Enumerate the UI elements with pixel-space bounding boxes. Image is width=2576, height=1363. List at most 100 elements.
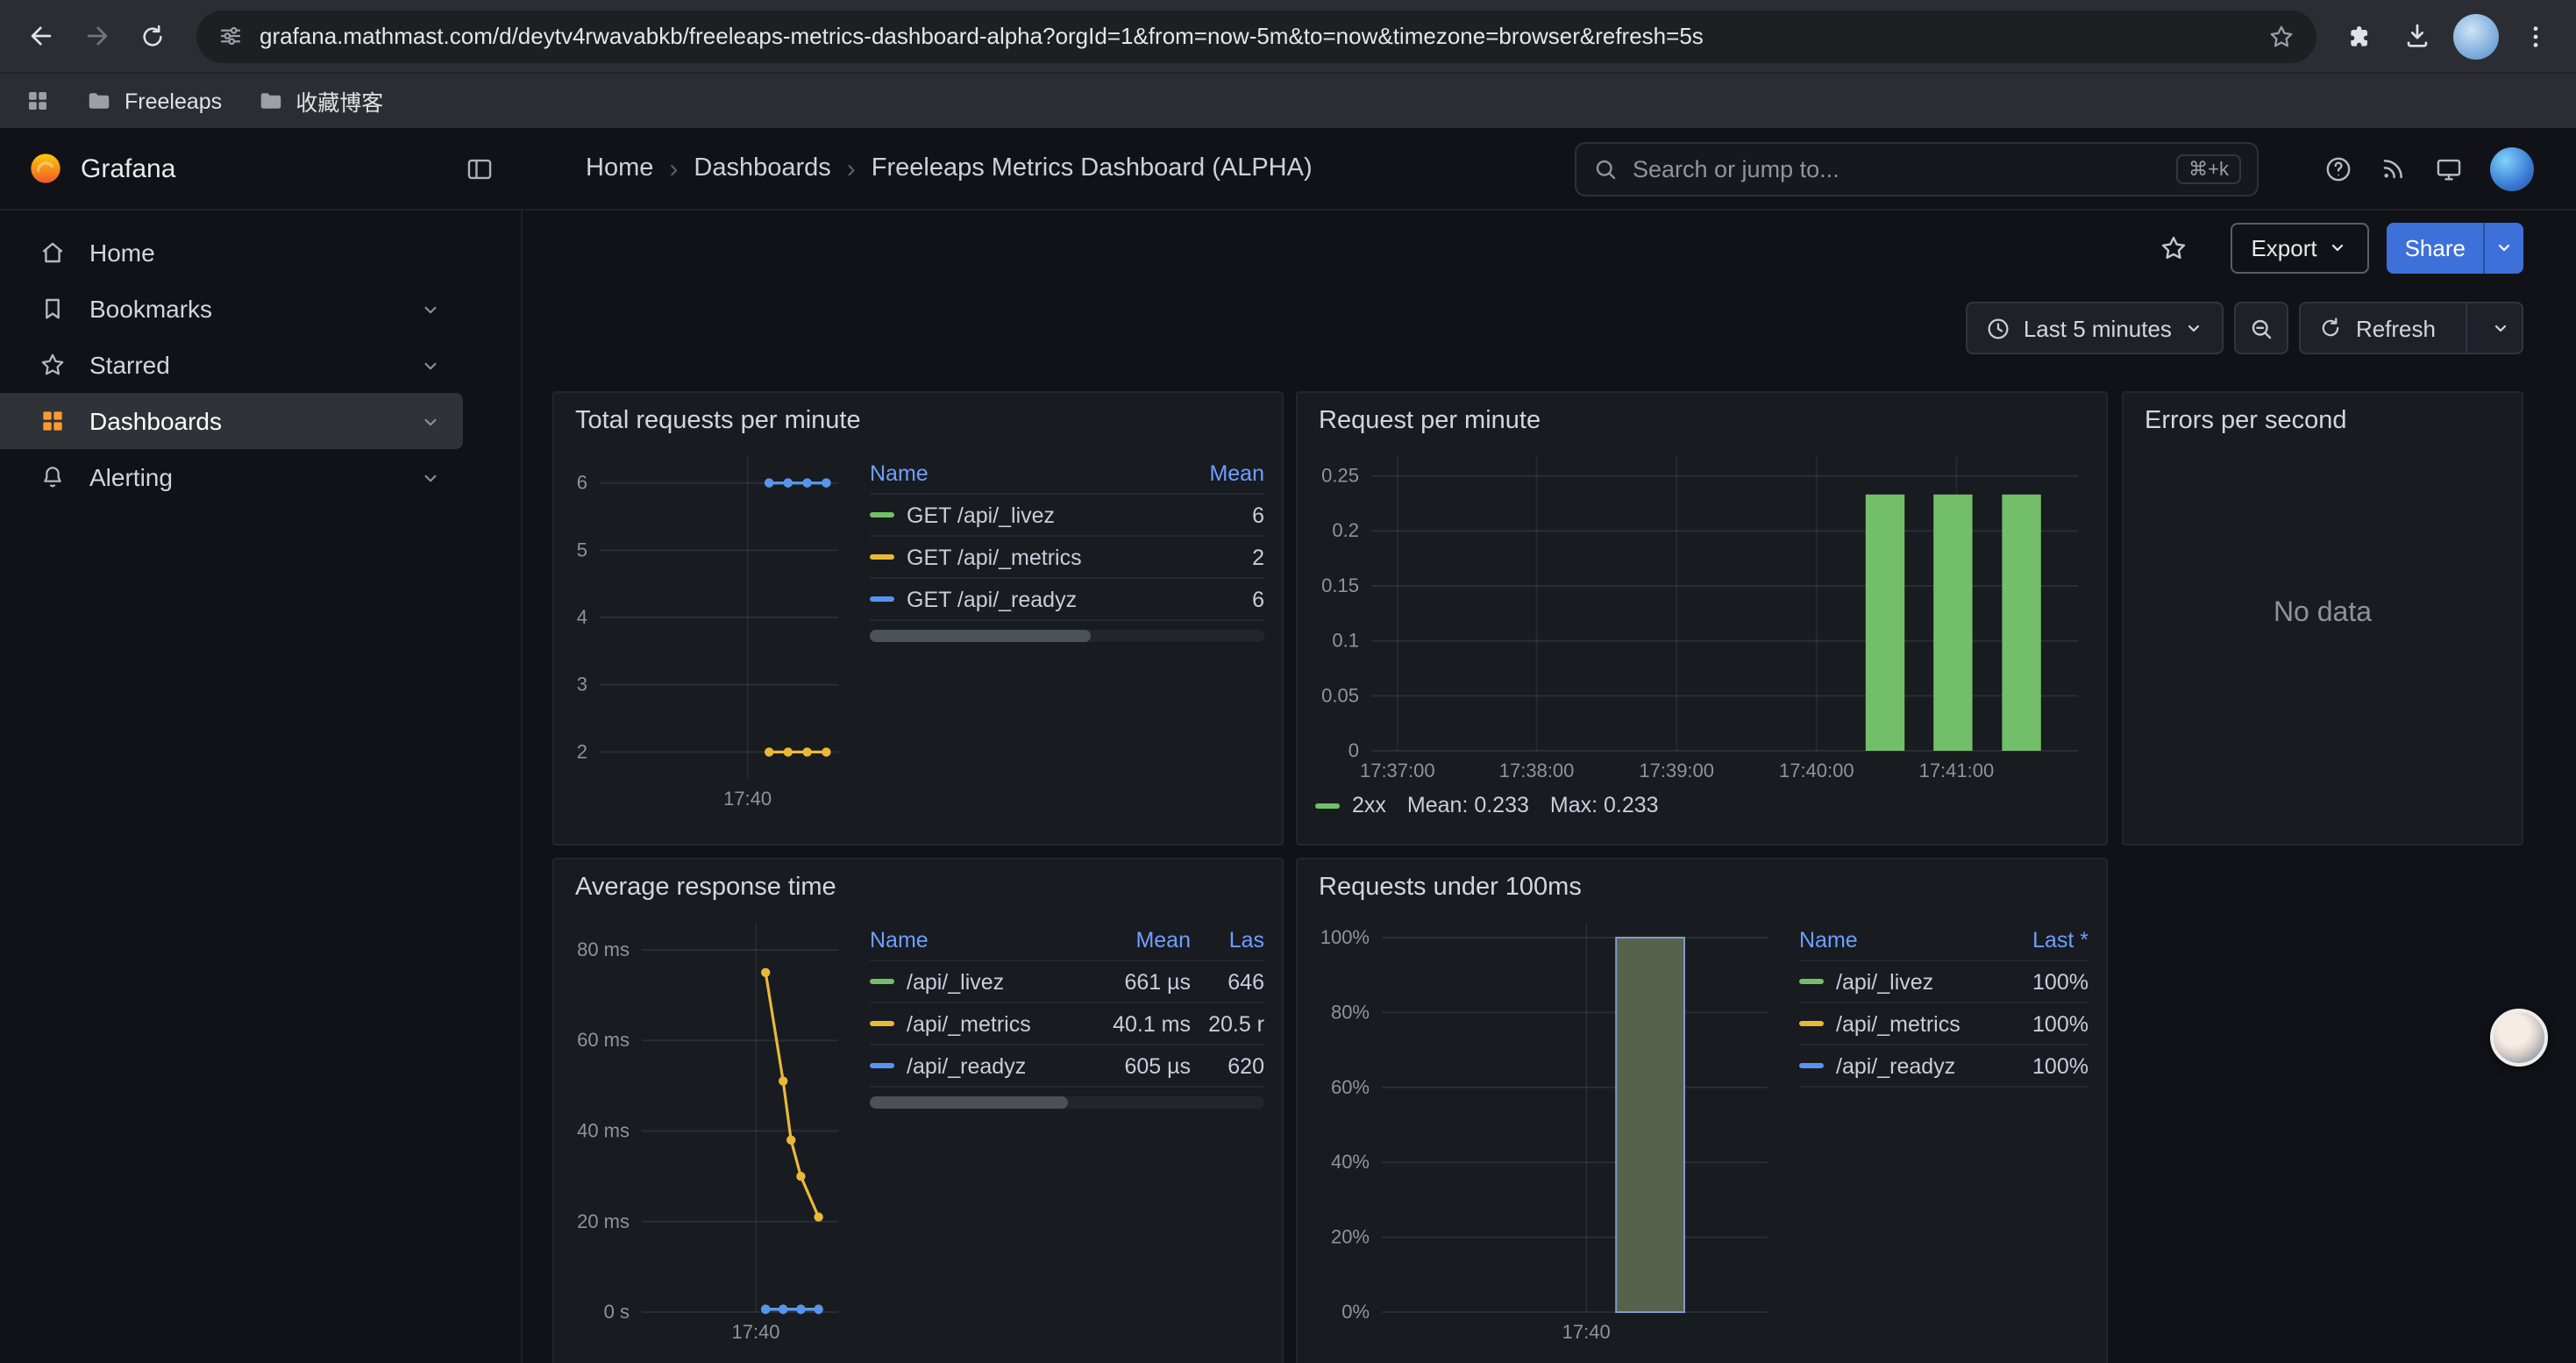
chevron-down-icon[interactable] [419, 353, 442, 376]
grafana-header: Grafana Home › Dashboards › Freeleaps Me… [0, 128, 2576, 211]
legend-series-name[interactable]: 2xx [1352, 793, 1386, 817]
legend-column-header[interactable]: Last * [1987, 927, 2089, 952]
scrollbar-thumb[interactable] [870, 1096, 1067, 1109]
address-bar[interactable]: grafana.mathmast.com/d/deytv4rwavabkb/fr… [196, 10, 2316, 62]
browser-window: grafana.mathmast.com/d/deytv4rwavabkb/fr… [0, 0, 2576, 1363]
back-button[interactable] [14, 10, 67, 62]
refresh-button[interactable]: Refresh [2300, 302, 2523, 354]
breadcrumb-dashboards[interactable]: Dashboards [694, 154, 830, 182]
legend-column-header[interactable]: Mean [1082, 927, 1191, 952]
legend-scrollbar[interactable] [870, 630, 1264, 642]
export-button[interactable]: Export [2230, 222, 2369, 273]
panel-title[interactable]: Request per minute [1298, 393, 2106, 439]
news-rss-button[interactable] [2380, 154, 2408, 182]
folder-icon [86, 88, 112, 114]
forward-icon [82, 21, 111, 51]
legend-swatch [870, 1063, 894, 1068]
time-range-label: Last 5 minutes [2024, 315, 2172, 341]
panel-title[interactable]: Requests under 100ms [1298, 860, 2106, 905]
floating-chat-avatar[interactable] [2490, 1009, 2548, 1067]
scrollbar-thumb[interactable] [870, 630, 1091, 642]
sidebar: Home Bookmarks Starred Dashboards [0, 211, 523, 1363]
svg-text:2: 2 [577, 740, 587, 762]
forward-button[interactable] [70, 10, 123, 62]
share-label[interactable]: Share [2387, 222, 2483, 273]
time-range-picker[interactable]: Last 5 minutes [1966, 302, 2224, 354]
share-button[interactable]: Share [2387, 222, 2523, 273]
legend-series-name[interactable]: /api/_livez [870, 969, 1082, 994]
legend-series-name[interactable]: GET /api/_readyz [870, 587, 1152, 611]
legend-series-name[interactable]: /api/_metrics [870, 1011, 1082, 1036]
sidebar-item-dashboards[interactable]: Dashboards [0, 393, 463, 449]
legend-series-name[interactable]: GET /api/_livez [870, 503, 1152, 527]
chevron-down-icon [2184, 318, 2205, 339]
panel-total-requests: Total requests per minute 6543217:40 Nam… [552, 391, 1284, 846]
legend-row: /api/_metrics100% [1799, 1003, 2089, 1045]
display-kiosk-button[interactable] [2434, 153, 2464, 183]
bookmark-label: 收藏博客 [295, 84, 383, 118]
total-requests-chart[interactable]: 6543217:40 [568, 442, 852, 814]
sidebar-item-starred[interactable]: Starred [0, 337, 463, 393]
panel-title[interactable]: Total requests per minute [554, 393, 1282, 439]
bookmark-folder-freeleaps[interactable]: Freeleaps [86, 88, 222, 114]
legend-value: 100% [1987, 1053, 2089, 1078]
legend-series-name[interactable]: GET /api/_metrics [870, 545, 1152, 569]
browser-menu-button[interactable] [2509, 10, 2562, 62]
user-avatar[interactable] [2490, 146, 2534, 190]
downloads-button[interactable] [2390, 10, 2443, 62]
chevron-down-icon[interactable] [419, 466, 442, 489]
legend-series-name[interactable]: /api/_readyz [870, 1053, 1082, 1078]
grafana-logo[interactable] [28, 151, 63, 186]
svg-text:0 s: 0 s [604, 1301, 630, 1323]
chevron-down-icon[interactable] [419, 410, 442, 432]
extensions-button[interactable] [2334, 10, 2387, 62]
sidebar-item-home[interactable]: Home [0, 225, 463, 281]
legend-series-name[interactable]: /api/_readyz [1799, 1053, 1987, 1078]
bookmark-folder-blogs[interactable]: 收藏博客 [257, 84, 383, 118]
legend-column-header[interactable]: Name [870, 460, 1152, 485]
panel-request-per-minute: Request per minute 0.250.20.150.10.05017… [1296, 391, 2108, 846]
share-dropdown-button[interactable] [2483, 222, 2523, 273]
refresh-action[interactable]: Refresh [2302, 303, 2453, 353]
legend-value: 100% [1987, 1011, 2089, 1036]
legend-column-header[interactable]: Las [1191, 927, 1264, 952]
refresh-interval-dropdown[interactable] [2480, 303, 2522, 353]
sidebar-item-alerting[interactable]: Alerting [0, 449, 463, 505]
legend-value: 6 [1152, 503, 1264, 527]
panel-title[interactable]: Errors per second [2124, 393, 2522, 439]
url-text[interactable]: grafana.mathmast.com/d/deytv4rwavabkb/fr… [260, 23, 2252, 49]
sidebar-toggle-icon[interactable] [465, 153, 495, 183]
site-settings-icon[interactable] [217, 23, 244, 49]
help-button[interactable] [2323, 153, 2353, 183]
bell-icon [39, 463, 67, 491]
reload-button[interactable] [126, 10, 179, 62]
request-per-minute-chart[interactable]: 0.250.20.150.10.05017:37:0017:38:0017:39… [1312, 442, 2092, 786]
bookmark-star-icon[interactable] [2267, 22, 2295, 50]
breadcrumb-home[interactable]: Home [586, 154, 653, 182]
sidebar-item-bookmarks[interactable]: Bookmarks [0, 281, 463, 337]
panel-title[interactable]: Average response time [554, 860, 1282, 905]
zoom-out-button[interactable] [2235, 302, 2289, 354]
average-response-chart[interactable]: 80 ms60 ms40 ms20 ms0 s17:40 [568, 909, 852, 1347]
chevron-down-icon[interactable] [419, 297, 442, 320]
chevron-down-icon [2490, 318, 2511, 339]
under-100ms-chart[interactable]: 100%80%60%40%20%0%17:40 [1312, 909, 1782, 1347]
svg-text:17:40: 17:40 [723, 788, 772, 810]
legend-series-name[interactable]: /api/_livez [1799, 969, 1987, 994]
browser-profile-avatar[interactable] [2453, 13, 2499, 59]
bookmarks-bar: Freeleaps 收藏博客 [0, 72, 2576, 128]
svg-text:17:41:00: 17:41:00 [1919, 760, 1995, 781]
panel-requests-under-100ms: Requests under 100ms 100%80%60%40%20%0%1… [1296, 858, 2108, 1363]
legend-scrollbar[interactable] [870, 1096, 1264, 1109]
search-input[interactable]: Search or jump to... ⌘+k [1575, 142, 2259, 196]
apps-icon[interactable] [25, 88, 51, 114]
svg-text:40%: 40% [1331, 1151, 1370, 1173]
favorite-star-button[interactable] [2158, 232, 2188, 262]
legend-header-row: NameMeanLas [870, 919, 1264, 961]
legend-column-header[interactable]: Mean [1152, 460, 1264, 485]
legend-column-header[interactable]: Name [1799, 927, 1987, 952]
breadcrumb-separator: › [847, 153, 856, 183]
legend-max: Max: 0.233 [1550, 793, 1659, 817]
legend-series-name[interactable]: /api/_metrics [1799, 1011, 1987, 1036]
legend-column-header[interactable]: Name [870, 927, 1082, 952]
